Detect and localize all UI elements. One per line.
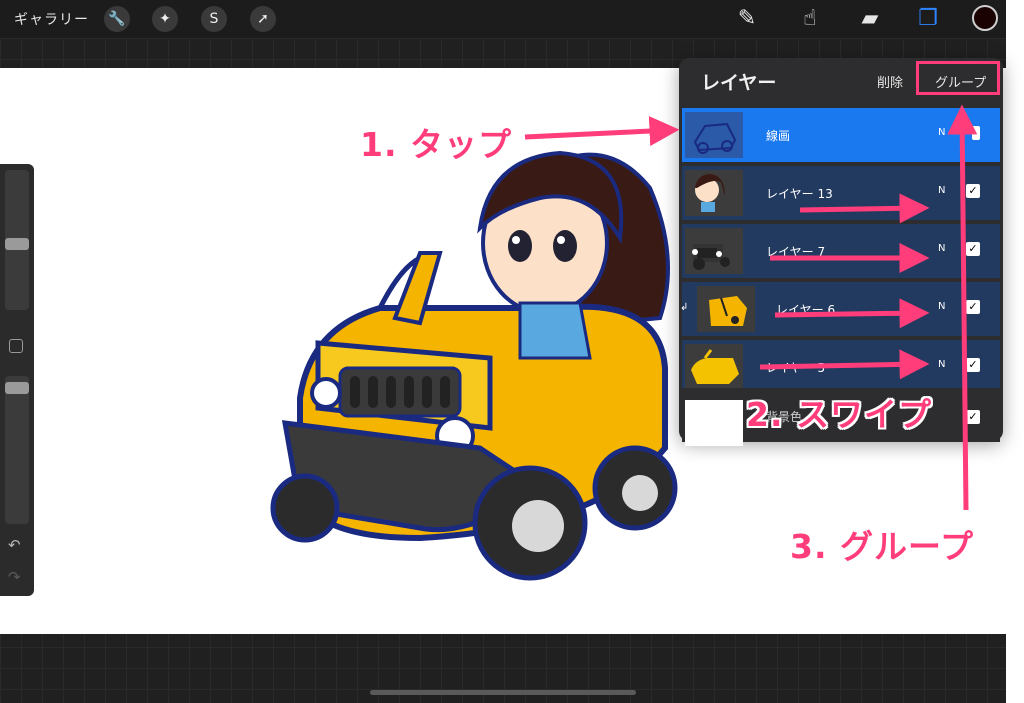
annotation-step1: 1. タップ — [360, 125, 512, 164]
annotation-arrows — [524, 104, 978, 511]
home-indicator — [370, 690, 636, 695]
annotation-step2: 2. スワイプ — [746, 395, 932, 434]
annotation-step3: 3. グループ — [790, 527, 975, 566]
